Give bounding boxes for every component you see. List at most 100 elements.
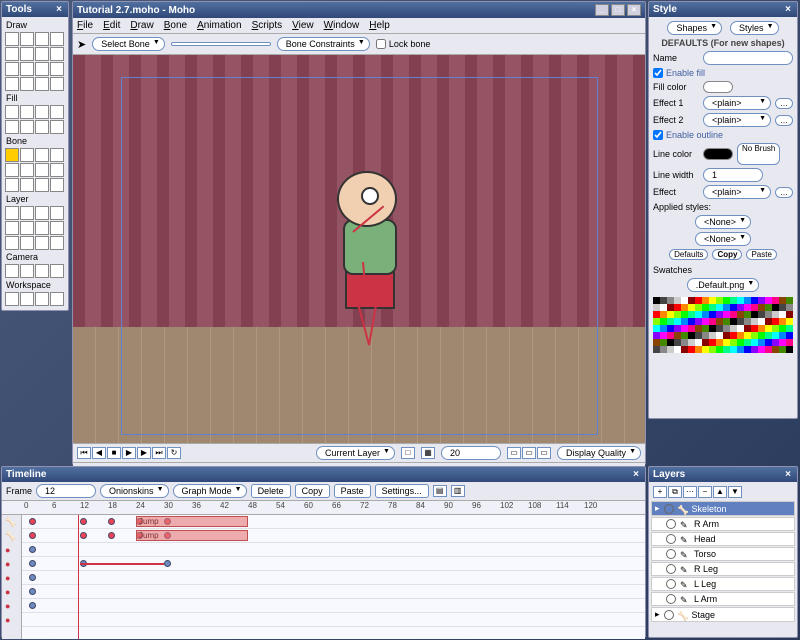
tool-button[interactable] [20,264,34,278]
swatch[interactable] [744,332,751,339]
swatch[interactable] [702,311,709,318]
swatch[interactable] [653,311,660,318]
keyframe[interactable] [164,560,171,567]
effect2-more-button[interactable]: … [775,115,793,126]
close-icon[interactable]: × [783,4,793,15]
swatch[interactable] [716,346,723,353]
swatch[interactable] [744,339,751,346]
swatch[interactable] [744,325,751,332]
tool-button[interactable] [20,32,34,46]
timeline-track[interactable]: Jump [2,529,645,543]
swatch[interactable] [779,332,786,339]
enable-outline-checkbox[interactable]: Enable outline [653,130,793,140]
keyframe[interactable] [29,546,36,553]
layer-row[interactable]: ✎Torso [651,547,795,561]
swatch[interactable] [674,311,681,318]
tool-button[interactable] [35,178,49,192]
copy-button[interactable]: Copy [712,249,742,260]
tool-button[interactable] [35,236,49,250]
tool-button[interactable] [35,206,49,220]
menu-scripts[interactable]: Scripts [252,20,283,31]
swatch[interactable] [758,304,765,311]
rewind-icon[interactable]: ⏮ [77,447,91,459]
swatch[interactable] [702,318,709,325]
step-fwd-icon[interactable]: ▶ [137,447,151,459]
swatch[interactable] [751,311,758,318]
keyframe[interactable] [29,574,36,581]
swatch[interactable] [695,318,702,325]
tool-button[interactable] [50,62,64,76]
tl-delete-button[interactable]: Delete [251,484,291,498]
timeline-ruler[interactable]: 0612182430364248546066727884909610210811… [2,501,645,515]
swatch[interactable] [695,332,702,339]
end-icon[interactable]: ⏭ [152,447,166,459]
pointer-icon[interactable]: ➤ [77,38,86,51]
swatch[interactable] [709,297,716,304]
swatch[interactable] [674,332,681,339]
swatch[interactable] [772,332,779,339]
swatch[interactable] [765,297,772,304]
swatch[interactable] [723,297,730,304]
swatch[interactable] [660,339,667,346]
swatch[interactable] [688,318,695,325]
swatch[interactable] [779,346,786,353]
swatch[interactable] [709,332,716,339]
tool-button[interactable] [35,62,49,76]
layer-row[interactable]: ✎R Leg [651,562,795,576]
timeline-title[interactable]: Timeline × [2,467,645,482]
swatch[interactable] [695,311,702,318]
swatch[interactable] [681,318,688,325]
swatch[interactable] [716,332,723,339]
swatch[interactable] [723,346,730,353]
swatch[interactable] [737,339,744,346]
tool-button[interactable] [5,264,19,278]
tool-button[interactable] [5,47,19,61]
stop-icon[interactable]: ■ [107,447,121,459]
loop-icon[interactable]: ↻ [167,447,181,459]
swatch[interactable] [688,311,695,318]
swatch[interactable] [730,346,737,353]
timeline-track[interactable] [2,585,645,599]
swatch[interactable] [779,304,786,311]
swatch[interactable] [709,325,716,332]
close-icon[interactable]: × [783,469,793,480]
layer-row[interactable]: ▸🦴Stage [651,607,795,622]
close-icon[interactable]: × [627,4,641,16]
swatch[interactable] [660,304,667,311]
menu-help[interactable]: Help [369,20,390,31]
shapes-dropdown[interactable]: Shapes [667,21,722,35]
swatch[interactable] [653,297,660,304]
swatch[interactable] [688,325,695,332]
grid-single-icon[interactable]: □ [401,447,415,459]
tool-button[interactable] [50,32,64,46]
swatch[interactable] [702,332,709,339]
swatch[interactable] [674,318,681,325]
swatch[interactable] [702,325,709,332]
tl-tool-icon[interactable]: ▥ [451,485,465,497]
swatch[interactable] [730,325,737,332]
tool-button[interactable] [20,221,34,235]
swatch[interactable] [667,304,674,311]
swatch[interactable] [660,325,667,332]
swatch[interactable] [737,318,744,325]
swatch[interactable] [786,297,793,304]
tl-paste-button[interactable]: Paste [334,484,371,498]
swatch[interactable] [653,346,660,353]
swatch[interactable] [758,325,765,332]
playhead[interactable] [78,515,79,639]
swatch[interactable] [751,297,758,304]
timeline-tracks[interactable]: 🦴🦴●●●●●● JumpJump [2,515,645,639]
menu-draw[interactable]: Draw [130,20,153,31]
swatch[interactable] [667,297,674,304]
tl-tool-icon[interactable]: ▤ [433,485,447,497]
swatch[interactable] [772,346,779,353]
swatch[interactable] [758,346,765,353]
swatch[interactable] [786,339,793,346]
swatch[interactable] [723,311,730,318]
tool-button[interactable] [50,77,64,91]
swatch[interactable] [688,304,695,311]
visibility-icon[interactable] [664,504,674,514]
swatch[interactable] [716,304,723,311]
action-region[interactable]: Jump [136,516,248,527]
swatch[interactable] [681,346,688,353]
